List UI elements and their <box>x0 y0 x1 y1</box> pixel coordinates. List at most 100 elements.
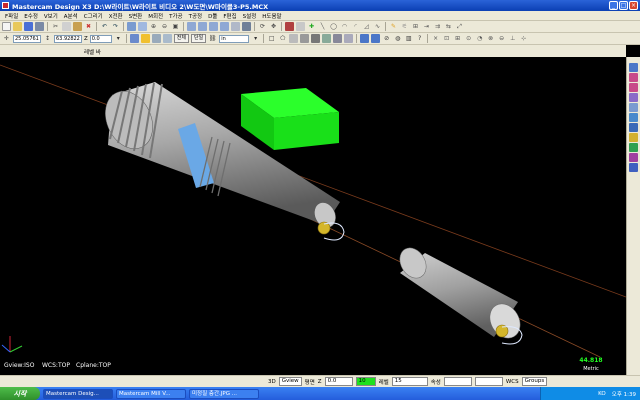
unhide-icon[interactable]: ◍ <box>393 34 402 43</box>
offset-icon[interactable]: ⇉ <box>433 22 442 31</box>
extend-icon[interactable]: ⇥ <box>422 22 431 31</box>
trim-icon[interactable]: ✎ <box>389 22 398 31</box>
end-point-icon[interactable]: ⊡ <box>442 34 451 43</box>
blank-icon[interactable]: ▥ <box>404 34 413 43</box>
quadrant-icon[interactable]: ◔ <box>475 34 484 43</box>
z-coordinate-field[interactable]: 0.0 <box>89 34 112 43</box>
paste-icon[interactable] <box>73 22 82 31</box>
iso-view-icon[interactable] <box>220 22 229 31</box>
menu-edit2[interactable]: F편집 <box>220 12 239 20</box>
gview-button[interactable]: Gview <box>278 377 302 386</box>
redo-icon[interactable]: ↷ <box>111 22 120 31</box>
unit-dropdown-icon[interactable]: ▾ <box>251 34 260 43</box>
spline-icon[interactable]: ∿ <box>373 22 382 31</box>
trim-solid-icon[interactable] <box>629 133 638 142</box>
level-field[interactable]: 15 <box>391 377 428 386</box>
chamfer-solid-icon[interactable] <box>629 113 638 122</box>
menu-tools[interactable]: D툴 <box>205 12 220 20</box>
mask-icon[interactable] <box>360 34 370 43</box>
verify-icon[interactable] <box>371 34 381 43</box>
mid-point-icon[interactable]: ⊞ <box>453 34 462 43</box>
snap-icon[interactable] <box>162 34 172 43</box>
chamfer-icon[interactable]: ◿ <box>362 22 371 31</box>
menu-view[interactable]: V보기 <box>41 12 61 20</box>
pan-icon[interactable]: ✥ <box>269 22 278 31</box>
y-coordinate-field[interactable]: 63.92822 <box>54 34 82 43</box>
unit-select[interactable]: in <box>219 34 250 43</box>
rotate-icon[interactable]: ⟳ <box>258 22 267 31</box>
battery-cylinder[interactable] <box>395 243 527 345</box>
taskbar-item[interactable]: Mastercam Desig... <box>43 388 113 399</box>
solid-extrude-icon[interactable] <box>629 63 638 72</box>
save-icon[interactable] <box>24 22 33 31</box>
front-view-icon[interactable] <box>198 22 207 31</box>
join-icon[interactable]: ⊞ <box>411 22 420 31</box>
start-button[interactable]: 시작 <box>0 387 40 400</box>
wireframe-icon[interactable] <box>231 22 240 31</box>
plane-button[interactable]: 평면 <box>305 378 315 386</box>
green-box-solid[interactable] <box>241 88 339 150</box>
attribute-button[interactable]: 속성 <box>431 378 441 386</box>
menu-settings[interactable]: S설정 <box>240 12 260 20</box>
menu-create[interactable]: C그리기 <box>81 12 106 20</box>
cut-icon[interactable]: ✂ <box>51 22 60 31</box>
menu-analyze[interactable]: A분석 <box>61 12 81 20</box>
break-icon[interactable]: ⚟ <box>400 22 409 31</box>
taskbar-item[interactable]: 미정질 층간.JPG ... <box>189 388 259 399</box>
side-view-icon[interactable] <box>209 22 218 31</box>
dropdown-icon[interactable]: ▾ <box>114 34 123 43</box>
circle-icon[interactable]: ◯ <box>329 22 338 31</box>
undo-icon[interactable]: ↶ <box>100 22 109 31</box>
select-outside-icon[interactable] <box>311 34 321 43</box>
point-style-icon[interactable]: × <box>431 34 440 43</box>
cursor-icon[interactable] <box>129 34 139 43</box>
solid-sweep-icon[interactable] <box>629 83 638 92</box>
mirror-icon[interactable]: ⇆ <box>444 22 453 31</box>
scale-icon[interactable]: ⤢ <box>455 22 464 31</box>
solid-loft-icon[interactable] <box>629 93 638 102</box>
perpendicular-icon[interactable]: ⊥ <box>508 34 517 43</box>
mark-icon[interactable] <box>140 34 150 43</box>
zoom-icon[interactable]: ⊕ <box>149 22 158 31</box>
toolpath-icon[interactable] <box>296 22 305 31</box>
shaded-icon[interactable] <box>242 22 251 31</box>
select-single-button[interactable]: 단일 <box>190 34 207 43</box>
menu-toolpaths[interactable]: T공정 <box>186 12 205 20</box>
top-view-icon[interactable] <box>187 22 196 31</box>
line-width-select[interactable] <box>474 377 503 386</box>
select-area-icon[interactable] <box>333 34 343 43</box>
grid-icon[interactable] <box>151 34 161 43</box>
solid-manager-icon[interactable] <box>629 163 638 172</box>
wcs-button[interactable]: WCS <box>506 379 519 385</box>
x-coordinate-field[interactable]: 25.05761 <box>13 34 41 43</box>
layer-icon[interactable] <box>629 153 638 162</box>
shell-icon[interactable] <box>629 123 638 132</box>
arc-icon[interactable]: ◠ <box>340 22 349 31</box>
graphics-viewport[interactable]: Gview:ISO WCS:TOP Cplane:TOP 44.818 Metr… <box>0 57 626 375</box>
fit-icon[interactable]: ▣ <box>171 22 180 31</box>
fillet-solid-icon[interactable] <box>629 103 638 112</box>
menu-machine[interactable]: T가공 <box>166 12 185 20</box>
select-window-icon[interactable] <box>289 34 299 43</box>
window-icon[interactable] <box>138 22 147 31</box>
line-icon[interactable]: ╲ <box>318 22 327 31</box>
select-level-icon[interactable] <box>344 34 354 43</box>
minimize-button[interactable]: _ <box>609 1 618 10</box>
point-icon[interactable] <box>285 22 294 31</box>
nearest-icon[interactable]: ⊹ <box>519 34 528 43</box>
copy-icon[interactable] <box>62 22 71 31</box>
autocursor-icon[interactable]: ✛ <box>2 34 11 43</box>
select-inside-icon[interactable] <box>300 34 310 43</box>
select-polygon-icon[interactable]: ⬠ <box>278 34 287 43</box>
solid-revolve-icon[interactable] <box>629 73 638 82</box>
center-point-icon[interactable]: ⊙ <box>464 34 473 43</box>
menu-xform[interactable]: X전환 <box>106 12 126 20</box>
mode-3d-toggle[interactable]: 3D <box>268 379 276 385</box>
hide-icon[interactable]: ⊘ <box>382 34 391 43</box>
print-icon[interactable] <box>35 22 44 31</box>
select-vector-icon[interactable] <box>322 34 332 43</box>
taskbar-item[interactable]: Mastercam Mill V... <box>116 388 186 399</box>
screen-icon[interactable] <box>127 22 136 31</box>
select-box-icon[interactable]: □ <box>267 34 276 43</box>
chain-icon[interactable]: ⛓ <box>208 34 217 43</box>
